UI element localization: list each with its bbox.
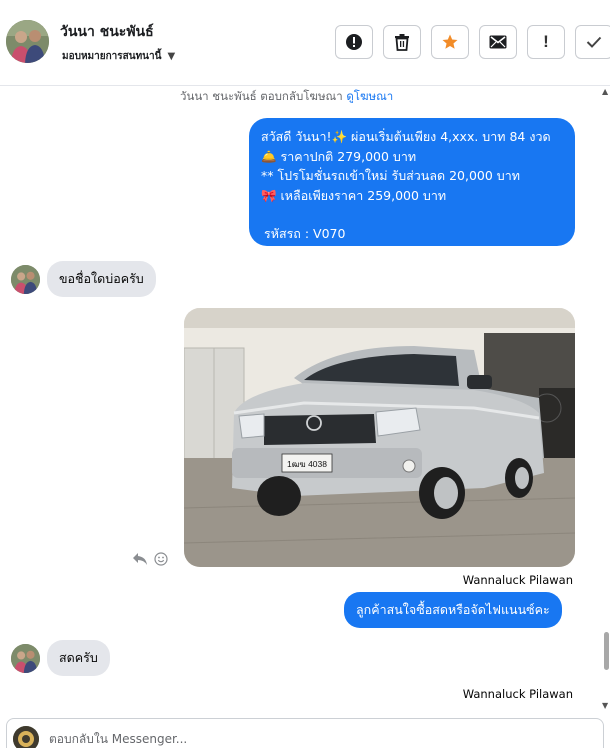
mark-unread-button[interactable] bbox=[479, 25, 517, 59]
license-plate-text: 1ฒฆ 4038 bbox=[287, 459, 327, 469]
mark-spam-button[interactable] bbox=[335, 25, 373, 59]
message-thread[interactable]: วันนา ชนะพันธ์ ตอบกลับโฆษณา ดูโฆษณา สวัส… bbox=[0, 87, 610, 712]
star-button[interactable] bbox=[431, 25, 469, 59]
customer-avatar[interactable] bbox=[11, 265, 40, 294]
check-icon bbox=[586, 36, 602, 48]
reply-composer bbox=[6, 718, 604, 748]
done-button[interactable] bbox=[575, 25, 610, 59]
delete-button[interactable] bbox=[383, 25, 421, 59]
scroll-up-arrow-icon[interactable]: ▲ bbox=[602, 87, 608, 96]
incoming-message[interactable]: ขอชื่อใดบ่อครับ bbox=[47, 261, 156, 297]
reply-input[interactable] bbox=[49, 729, 569, 748]
outgoing-message[interactable]: ลูกค้าสนใจซื้อสดหรือจัดไฟแนนซ์คะ bbox=[344, 592, 562, 628]
ad-reply-text: วันนา ชนะพันธ์ ตอบกลับโฆษณา bbox=[180, 89, 343, 103]
thread-scrollbar[interactable]: ▲ ▼ bbox=[600, 87, 610, 712]
reply-icon[interactable] bbox=[132, 551, 148, 570]
sender-name: Wannaluck Pilawan bbox=[462, 573, 573, 587]
emoji-react-icon[interactable] bbox=[154, 551, 168, 570]
outgoing-ad-message[interactable]: สวัสดี วันนา!✨ ผ่อนเริ่มต้นเพียง 4,xxx. … bbox=[249, 118, 575, 246]
follow-up-button[interactable]: ! bbox=[527, 25, 565, 59]
ad-reply-notice: วันนา ชนะพันธ์ ตอบกลับโฆษณา ดูโฆษณา bbox=[180, 88, 393, 106]
scrollbar-thumb[interactable] bbox=[604, 632, 609, 670]
ad-line: สวัสดี วันนา!✨ ผ่อนเริ่มต้นเพียง 4,xxx. … bbox=[261, 129, 551, 144]
caret-down-icon: ▼ bbox=[167, 51, 176, 62]
ad-line: 🎀 เหลือเพียงราคา 259,000 บาท bbox=[261, 187, 447, 203]
message-tools bbox=[132, 551, 168, 570]
trash-icon bbox=[394, 33, 410, 51]
star-icon bbox=[441, 33, 459, 51]
page-avatar bbox=[13, 726, 39, 748]
conversation-actions: ! bbox=[335, 25, 610, 59]
envelope-icon bbox=[489, 35, 507, 49]
view-ad-link[interactable]: ดูโฆษณา bbox=[346, 89, 393, 103]
sender-name: Wannaluck Pilawan bbox=[462, 687, 573, 701]
contact-name[interactable]: วันนา ชนะพันธ์ bbox=[60, 21, 154, 43]
assign-label: มอบหมายการสนทนานี้ bbox=[62, 51, 162, 62]
incoming-message[interactable]: สดครับ bbox=[47, 640, 110, 676]
customer-avatar[interactable] bbox=[11, 644, 40, 673]
alert-circle-icon bbox=[345, 33, 363, 51]
ad-line: ** โปรโมชั่นรถเข้าใหม่ รับส่วนลด 20,000 … bbox=[261, 168, 520, 183]
conversation-header: วันนา ชนะพันธ์ มอบหมายการสนทนานี้ ▼ ! bbox=[0, 0, 610, 86]
contact-avatar[interactable] bbox=[6, 20, 49, 63]
car-photo[interactable]: 1ฒฆ 4038 bbox=[184, 308, 575, 567]
car-code: รหัสรถ : V070 bbox=[264, 226, 346, 241]
scroll-down-arrow-icon[interactable]: ▼ bbox=[602, 701, 608, 710]
ad-line: 🛎️ ราคาปกติ 279,000 บาท bbox=[261, 148, 417, 164]
exclamation-icon: ! bbox=[543, 32, 549, 51]
assign-conversation-dropdown[interactable]: มอบหมายการสนทนานี้ ▼ bbox=[62, 49, 175, 64]
